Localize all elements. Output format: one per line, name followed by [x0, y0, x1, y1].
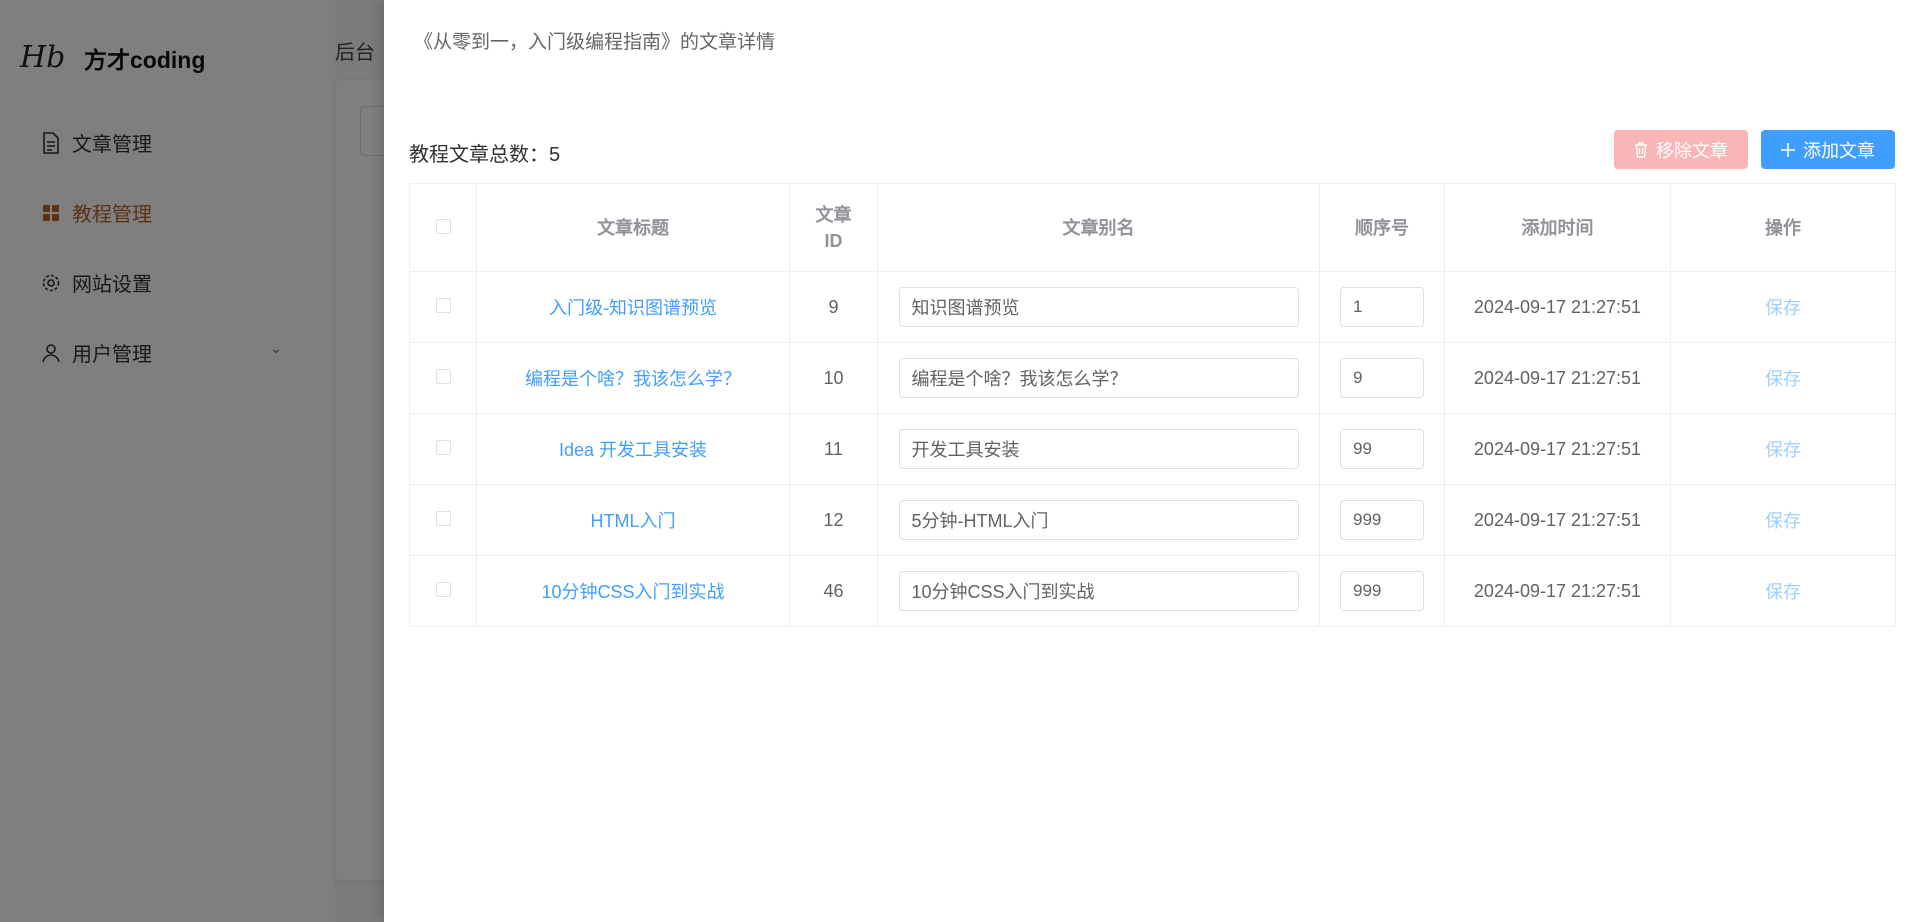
- order-input[interactable]: [1340, 500, 1424, 540]
- added-time: 2024-09-17 21:27:51: [1444, 271, 1671, 343]
- added-time: 2024-09-17 21:27:51: [1444, 484, 1671, 556]
- article-title-link[interactable]: Idea 开发工具安装: [559, 440, 707, 460]
- alias-input[interactable]: [898, 429, 1299, 469]
- row-checkbox[interactable]: [435, 439, 451, 455]
- table-row: HTML入门 12 2024-09-17 21:27:51 保存: [409, 484, 1896, 556]
- order-input[interactable]: [1340, 358, 1424, 398]
- save-button[interactable]: 保存: [1765, 511, 1801, 531]
- save-button[interactable]: 保存: [1765, 369, 1801, 389]
- table-row: 入门级-知识图谱预览 9 2024-09-17 21:27:51 保存: [409, 271, 1896, 343]
- column-header-alias: 文章别名: [877, 183, 1320, 272]
- column-header-id: 文章 ID: [789, 183, 878, 272]
- order-input[interactable]: [1340, 429, 1424, 469]
- article-title-link[interactable]: HTML入门: [591, 511, 676, 531]
- alias-input[interactable]: [898, 358, 1299, 398]
- save-button[interactable]: 保存: [1765, 440, 1801, 460]
- article-title-link[interactable]: 编程是个啥？我该怎么学？: [525, 369, 741, 389]
- trash-icon: [1634, 141, 1648, 158]
- table-row: 10分钟CSS入门到实战 46 2024-09-17 21:27:51 保存: [409, 555, 1896, 627]
- column-header-id-label: 文章 ID: [815, 204, 852, 251]
- added-time: 2024-09-17 21:27:51: [1444, 555, 1671, 627]
- article-id: 9: [789, 271, 878, 343]
- table-row: Idea 开发工具安装 11 2024-09-17 21:27:51 保存: [409, 413, 1896, 485]
- select-all-cell: [409, 183, 477, 272]
- article-title-link[interactable]: 10分钟CSS入门到实战: [541, 582, 724, 602]
- add-article-button[interactable]: 添加文章: [1761, 130, 1895, 169]
- order-input[interactable]: [1340, 287, 1424, 327]
- column-header-title: 文章标题: [476, 183, 790, 272]
- article-count-label: 教程文章总数：: [409, 144, 549, 166]
- article-count-value: 5: [549, 144, 561, 166]
- save-button[interactable]: 保存: [1765, 298, 1801, 318]
- table-row: 编程是个啥？我该怎么学？ 10 2024-09-17 21:27:51 保存: [409, 342, 1896, 414]
- table-header-row: 文章标题 文章 ID 文章别名 顺序号 添加时间 操作: [409, 183, 1896, 272]
- added-time: 2024-09-17 21:27:51: [1444, 413, 1671, 485]
- article-id: 46: [789, 555, 878, 627]
- row-checkbox[interactable]: [435, 297, 451, 313]
- alias-input[interactable]: [898, 287, 1299, 327]
- add-article-label: 添加文章: [1803, 140, 1875, 161]
- row-checkbox[interactable]: [435, 581, 451, 597]
- remove-article-button[interactable]: 移除文章: [1614, 130, 1748, 169]
- article-count: 教程文章总数：5: [409, 138, 560, 167]
- row-checkbox[interactable]: [435, 510, 451, 526]
- order-input[interactable]: [1340, 571, 1424, 611]
- plus-icon: [1781, 142, 1795, 157]
- article-table: 文章标题 文章 ID 文章别名 顺序号 添加时间 操作 入门级-知识图谱预览 9…: [409, 183, 1896, 627]
- drawer-title: 《从零到一，入门级编程指南》的文章详情: [414, 32, 776, 53]
- article-title-link[interactable]: 入门级-知识图谱预览: [549, 298, 717, 318]
- row-checkbox[interactable]: [435, 368, 451, 384]
- article-id: 10: [789, 342, 878, 414]
- article-detail-drawer: 《从零到一，入门级编程指南》的文章详情 教程文章总数：5 移除文章 添加文章 文…: [384, 0, 1920, 922]
- save-button[interactable]: 保存: [1765, 582, 1801, 602]
- added-time: 2024-09-17 21:27:51: [1444, 342, 1671, 414]
- column-header-order: 顺序号: [1319, 183, 1445, 272]
- article-id: 12: [789, 484, 878, 556]
- alias-input[interactable]: [898, 500, 1299, 540]
- select-all-checkbox[interactable]: [435, 218, 451, 234]
- column-header-time: 添加时间: [1444, 183, 1671, 272]
- column-header-action: 操作: [1670, 183, 1896, 272]
- alias-input[interactable]: [898, 571, 1299, 611]
- article-id: 11: [789, 413, 878, 485]
- remove-article-label: 移除文章: [1656, 140, 1728, 161]
